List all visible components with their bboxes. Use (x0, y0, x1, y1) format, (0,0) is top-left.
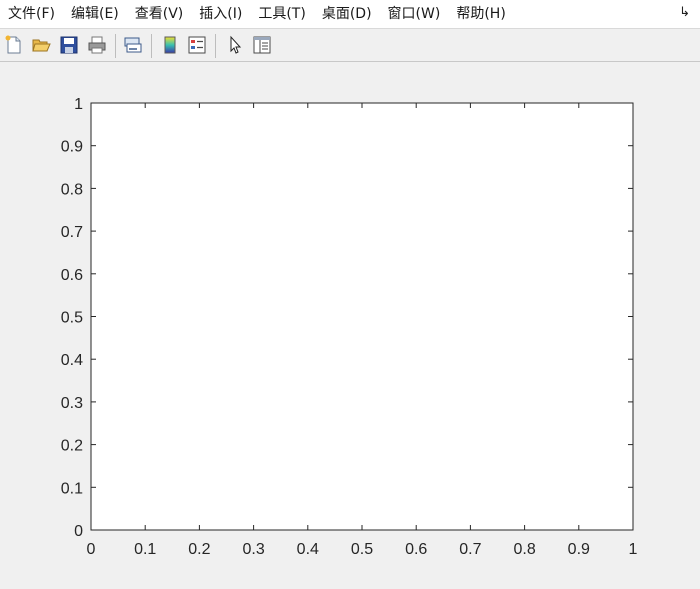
save-icon[interactable] (58, 34, 80, 56)
y-tick-label: 0.7 (61, 224, 83, 241)
x-tick-label: 0.2 (188, 541, 210, 558)
menu-file[interactable]: 文件(F) (0, 0, 63, 28)
y-tick-label: 0.1 (61, 480, 83, 497)
y-tick-label: 0.3 (61, 395, 83, 412)
menu-window[interactable]: 窗口(W) (380, 0, 449, 28)
property-inspector-icon[interactable] (251, 34, 273, 56)
x-tick-label: 0.7 (459, 541, 481, 558)
plot-area (91, 103, 633, 530)
toolbar-separator (151, 34, 152, 58)
print-icon[interactable] (86, 34, 108, 56)
menu-edit[interactable]: 编辑(E) (63, 0, 127, 28)
y-tick-label: 0.5 (61, 310, 83, 327)
dock-arrow-icon[interactable]: ↳ (679, 5, 690, 20)
link-plot-icon[interactable] (122, 34, 144, 56)
x-tick-label: 0 (87, 541, 96, 558)
axes[interactable]: 0 0.1 0.2 0.3 0.4 0.5 0.6 0.7 0.8 0.9 1 0 0.1 0.2 0.3 0… (0, 62, 700, 589)
toolbar (0, 28, 700, 62)
figure-canvas: 0 0.1 0.2 0.3 0.4 0.5 0.6 0.7 0.8 0.9 1 0 0.1 0.2 0.3 0… (0, 62, 700, 589)
menu-insert[interactable]: 插入(I) (191, 0, 250, 28)
y-tick-label: 1 (74, 96, 83, 113)
menu-tools[interactable]: 工具(T) (250, 0, 313, 28)
x-tick-label: 0.3 (242, 541, 264, 558)
x-tick-label: 0.8 (513, 541, 535, 558)
menubar: 文件(F) 编辑(E) 查看(V) 插入(I) 工具(T) 桌面(D) 窗口(W… (0, 0, 700, 28)
x-tick-label: 0.6 (405, 541, 427, 558)
insert-legend-icon[interactable] (186, 34, 208, 56)
y-tick-label: 0.2 (61, 438, 83, 455)
y-tick-label: 0.4 (61, 352, 83, 369)
y-tick-label: 0 (74, 523, 83, 540)
y-tick-label: 0.6 (61, 267, 83, 284)
x-tick-label: 0.5 (351, 541, 373, 558)
menu-desktop[interactable]: 桌面(D) (314, 0, 380, 28)
open-file-icon[interactable] (30, 34, 52, 56)
menu-view[interactable]: 查看(V) (127, 0, 192, 28)
x-tick-label: 1 (629, 541, 638, 558)
x-tick-label: 0.4 (297, 541, 319, 558)
toolbar-separator (115, 34, 116, 58)
x-tick-label: 0.9 (568, 541, 590, 558)
y-tick-label: 0.9 (61, 139, 83, 156)
x-tick-label: 0.1 (134, 541, 156, 558)
insert-colorbar-icon[interactable] (159, 34, 181, 56)
menu-help[interactable]: 帮助(H) (448, 0, 513, 28)
edit-plot-arrow-icon[interactable] (224, 34, 246, 56)
figure-window: 文件(F) 编辑(E) 查看(V) 插入(I) 工具(T) 桌面(D) 窗口(W… (0, 0, 700, 589)
y-tick-label: 0.8 (61, 181, 83, 198)
new-figure-icon[interactable] (3, 34, 25, 56)
toolbar-separator (215, 34, 216, 58)
